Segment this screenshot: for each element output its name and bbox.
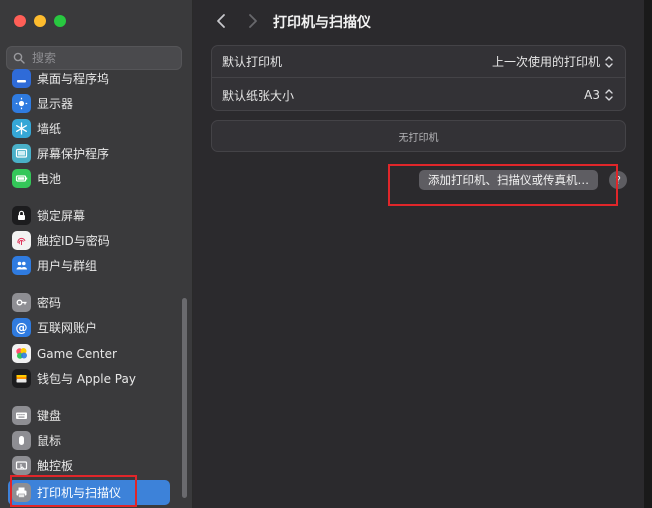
lock-icon [12,206,31,225]
sidebar-item-desktop-dock[interactable]: 桌面与程序坞 [8,66,170,91]
screensaver-icon [12,144,31,163]
updown-chevron-icon [605,55,613,68]
back-button[interactable] [211,10,231,32]
sidebar-item-wallpaper[interactable]: 墙纸 [8,116,170,141]
users-icon [12,256,31,275]
dock-icon [12,69,31,88]
sidebar-item-label: 锁定屏幕 [37,209,86,223]
fingerprint-icon [12,231,31,250]
sidebar-item-label: Game Center [37,346,117,361]
sidebar-item-label: 触控ID与密码 [37,234,110,248]
mouse-icon [12,431,31,450]
at-icon: @ [12,318,31,337]
close-button[interactable] [14,15,26,27]
sidebar-item-label: 电池 [37,172,62,186]
sidebar-item-label: 显示器 [37,97,74,111]
sidebar-item-label: 鼠标 [37,434,62,448]
sidebar-item-label: 键盘 [37,409,62,423]
default-paper-value: A3 [584,88,600,102]
window-controls [14,15,66,27]
sidebar-item-internet-accounts[interactable]: @ 互联网账户 [8,315,170,340]
minimize-button[interactable] [34,15,46,27]
sidebar-item-label: 墙纸 [37,122,62,136]
sidebar-item-passwords[interactable]: 密码 [8,290,170,315]
highlight-box-sidebar [10,475,137,507]
sidebar-item-screensaver[interactable]: 屏幕保护程序 [8,141,170,166]
sidebar-item-keyboard[interactable]: 键盘 [8,403,170,428]
forward-button[interactable] [243,10,263,32]
sidebar-item-label: 用户与群组 [37,259,98,273]
search-input[interactable] [30,50,174,66]
snowflake-icon [12,119,31,138]
sidebar-item-game-center[interactable]: Game Center [8,341,170,366]
sidebar-item-wallet[interactable]: 钱包与 Apple Pay [8,366,170,391]
sidebar-item-users-groups[interactable]: 用户与群组 [8,253,170,278]
battery-icon [12,169,31,188]
trackpad-icon [12,456,31,475]
key-icon [12,293,31,312]
default-paper-row: 默认纸张大小 A3 [212,79,625,111]
default-printer-row: 默认打印机 上一次使用的打印机 [212,46,625,78]
sidebar-item-mouse[interactable]: 鼠标 [8,428,170,453]
default-printer-label: 默认打印机 [222,55,283,69]
default-paper-popup[interactable]: A3 [584,88,614,102]
chevron-left-icon [217,14,225,28]
sun-icon [12,94,31,113]
sidebar-item-displays[interactable]: 显示器 [8,91,170,116]
sidebar-item-touch-id[interactable]: 触控ID与密码 [8,228,170,253]
game-center-icon [12,344,31,363]
default-printer-popup[interactable]: 上一次使用的打印机 [492,53,614,70]
main-pane: 打印机与扫描仪 默认打印机 上一次使用的打印机 默认纸张大小 A3 无打印机 添… [193,0,652,508]
sidebar: 桌面与程序坞 显示器 墙纸 屏幕保护程序 电池 锁定屏幕 触控I [0,0,193,508]
defaults-group: 默认打印机 上一次使用的打印机 默认纸张大小 A3 [211,45,626,111]
updown-chevron-icon [605,89,613,101]
sidebar-item-label: 密码 [37,296,62,310]
wallet-icon [12,369,31,388]
default-printer-value: 上一次使用的打印机 [491,55,600,69]
page-title: 打印机与扫描仪 [273,15,371,31]
highlight-box-add-printer [388,164,618,206]
sidebar-item-battery[interactable]: 电池 [8,166,170,191]
zoom-button[interactable] [54,15,66,27]
keyboard-icon [12,406,31,425]
sidebar-item-label: 钱包与 Apple Pay [37,372,136,386]
chevron-right-icon [249,14,257,28]
window-edge [644,0,652,508]
sidebar-scrollbar[interactable] [182,298,187,498]
sidebar-item-label: 互联网账户 [37,321,98,335]
sidebar-item-label: 触控板 [37,459,74,473]
printer-list-empty: 无打印机 [211,120,626,152]
default-paper-label: 默认纸张大小 [222,88,295,103]
sidebar-item-label: 屏幕保护程序 [37,147,110,161]
sidebar-item-lock-screen[interactable]: 锁定屏幕 [8,203,170,228]
sidebar-item-label: 桌面与程序坞 [37,72,110,86]
search-icon [13,52,25,64]
